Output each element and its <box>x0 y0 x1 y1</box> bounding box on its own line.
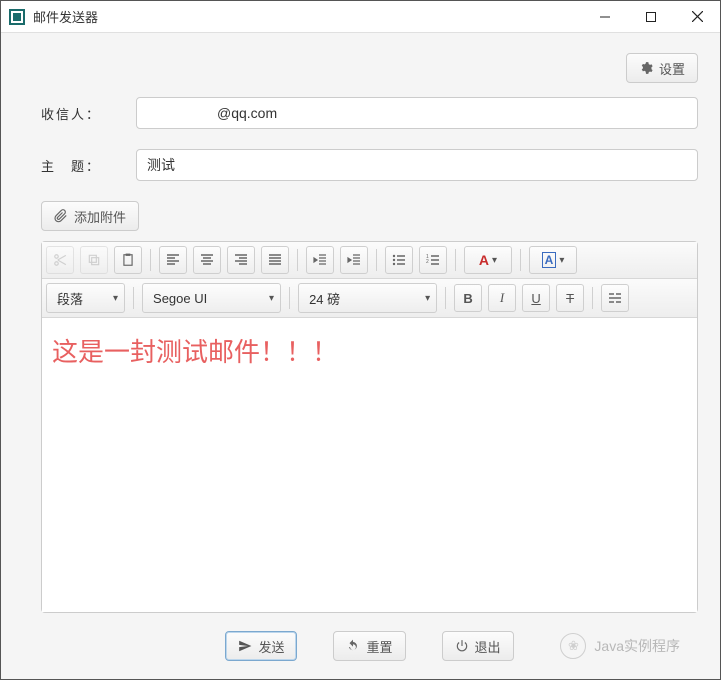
scissors-icon <box>53 253 67 267</box>
gear-icon <box>639 61 653 75</box>
highlight-icon: A <box>542 252 557 268</box>
window-title: 邮件发送器 <box>33 7 98 26</box>
paste-button[interactable] <box>114 246 142 274</box>
bold-icon: B <box>463 291 472 306</box>
caret-icon: ▾ <box>425 293 430 304</box>
font-size-label: 24 磅 <box>309 289 419 308</box>
highlight-color-button[interactable]: A▾ <box>529 246 577 274</box>
send-button[interactable]: 发送 <box>225 631 297 661</box>
bullet-list-icon <box>392 253 406 267</box>
align-right-icon <box>234 253 248 267</box>
align-center-icon <box>200 253 214 267</box>
italic-button[interactable]: I <box>488 284 516 312</box>
align-left-icon <box>166 253 180 267</box>
caret-icon: ▾ <box>269 293 274 304</box>
text-color-button[interactable]: A▾ <box>464 246 512 274</box>
font-family-dropdown[interactable]: Segoe UI ▾ <box>142 283 281 313</box>
send-label: 发送 <box>258 637 284 656</box>
caret-icon: ▾ <box>492 255 497 266</box>
number-list-button[interactable]: 12 <box>419 246 447 274</box>
bullet-list-button[interactable] <box>385 246 413 274</box>
close-button[interactable] <box>674 1 720 33</box>
subject-label: 主 题： <box>41 156 136 175</box>
svg-text:2: 2 <box>426 259 429 265</box>
outdent-icon <box>313 253 327 267</box>
toolbar-row-2: 段落 ▾ Segoe UI ▾ 24 磅 ▾ B I U T <box>42 279 697 318</box>
underline-icon: U <box>531 291 540 306</box>
power-icon <box>455 639 469 653</box>
top-actions: 设置 <box>41 53 698 83</box>
editor-content: 这是一封测试邮件！！！ <box>52 337 338 367</box>
attach-label: 添加附件 <box>74 207 126 226</box>
reset-label: 重置 <box>366 637 392 656</box>
recipient-label: 收信人： <box>41 104 136 123</box>
text-color-icon: A <box>479 252 489 268</box>
attach-button[interactable]: 添加附件 <box>41 201 139 231</box>
caret-icon: ▾ <box>113 293 118 304</box>
editor-textarea[interactable]: 这是一封测试邮件！！！ <box>42 318 697 612</box>
subject-row: 主 题： <box>41 149 698 181</box>
indent-icon <box>347 253 361 267</box>
align-left-button[interactable] <box>159 246 187 274</box>
settings-label: 设置 <box>659 59 685 78</box>
exit-label: 退出 <box>475 637 501 656</box>
paragraph-format-label: 段落 <box>57 289 107 308</box>
watermark-text: Java实例程序 <box>594 636 680 656</box>
client-area: 设置 收信人： 主 题： 添加附件 <box>1 33 720 679</box>
send-icon <box>238 639 252 653</box>
font-size-dropdown[interactable]: 24 磅 ▾ <box>298 283 437 313</box>
reset-icon <box>346 639 360 653</box>
align-justify-button[interactable] <box>261 246 289 274</box>
font-family-label: Segoe UI <box>153 291 263 306</box>
reset-button[interactable]: 重置 <box>333 631 405 661</box>
app-window: 邮件发送器 设置 收信人： 主 题： <box>0 0 721 680</box>
underline-button[interactable]: U <box>522 284 550 312</box>
strike-icon: T <box>566 291 574 306</box>
watermark: ❀ Java实例程序 <box>560 633 680 659</box>
wechat-icon: ❀ <box>560 633 586 659</box>
copy-button[interactable] <box>80 246 108 274</box>
copy-icon <box>87 253 101 267</box>
toolbar-row-1: 12 A▾ A▾ <box>42 242 697 279</box>
horizontal-rule-button[interactable] <box>601 284 629 312</box>
strikethrough-button[interactable]: T <box>556 284 584 312</box>
maximize-button[interactable] <box>628 1 674 33</box>
cut-button[interactable] <box>46 246 74 274</box>
exit-button[interactable]: 退出 <box>442 631 514 661</box>
rich-editor: 12 A▾ A▾ 段落 ▾ Segoe UI <box>41 241 698 613</box>
bold-button[interactable]: B <box>454 284 482 312</box>
settings-button[interactable]: 设置 <box>626 53 698 83</box>
indent-button[interactable] <box>340 246 368 274</box>
app-icon <box>9 9 25 25</box>
align-right-button[interactable] <box>227 246 255 274</box>
attachment-icon <box>54 209 68 223</box>
paragraph-format-dropdown[interactable]: 段落 ▾ <box>46 283 125 313</box>
subject-input[interactable] <box>136 149 698 181</box>
align-justify-icon <box>268 253 282 267</box>
outdent-button[interactable] <box>306 246 334 274</box>
caret-icon: ▾ <box>559 255 564 266</box>
italic-icon: I <box>500 290 504 306</box>
number-list-icon: 12 <box>426 253 440 267</box>
clipboard-icon <box>121 253 135 267</box>
recipient-input[interactable] <box>136 97 698 129</box>
hr-icon <box>608 291 622 305</box>
titlebar: 邮件发送器 <box>1 1 720 33</box>
align-center-button[interactable] <box>193 246 221 274</box>
footer: 发送 重置 退出 ❀ Java实例程序 <box>41 613 698 665</box>
minimize-button[interactable] <box>582 1 628 33</box>
recipient-row: 收信人： <box>41 97 698 129</box>
